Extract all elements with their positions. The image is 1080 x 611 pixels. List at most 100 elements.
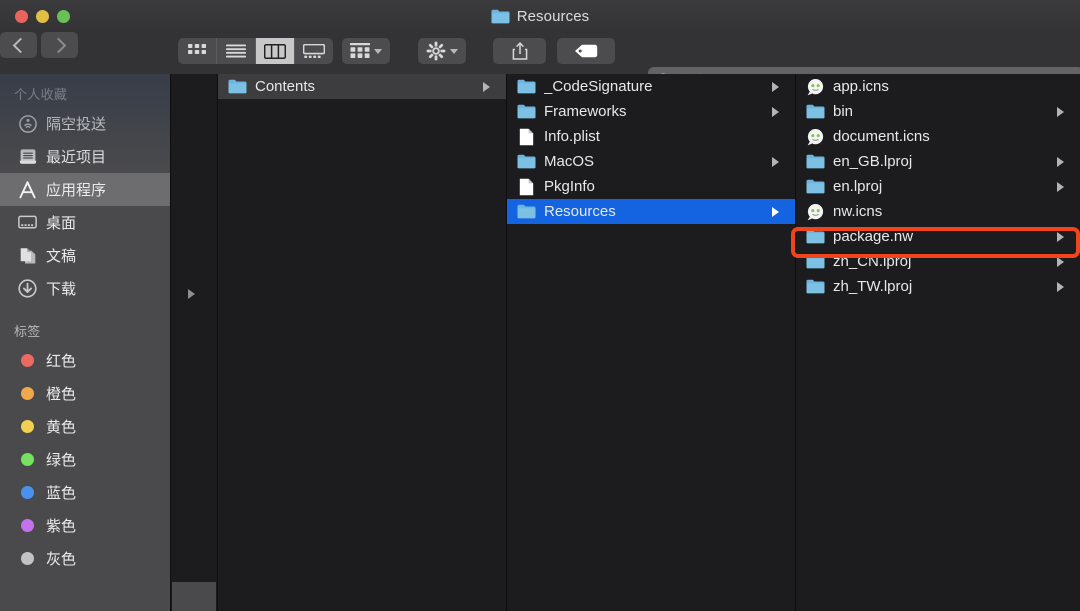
list-item[interactable]: bin bbox=[796, 99, 1080, 124]
folder-icon bbox=[806, 254, 825, 269]
disclosure-arrow-icon bbox=[1057, 156, 1071, 167]
tags-button[interactable] bbox=[557, 38, 615, 64]
disclosure-arrow-icon bbox=[1057, 181, 1071, 192]
action-menu-button[interactable] bbox=[418, 38, 466, 64]
group-by-button[interactable] bbox=[342, 38, 390, 64]
folder-icon bbox=[491, 9, 510, 23]
horizontal-scrollbar[interactable] bbox=[172, 582, 216, 611]
document-icon bbox=[519, 178, 534, 195]
list-icon bbox=[226, 44, 246, 58]
list-item-label: MacOS bbox=[544, 153, 595, 170]
gallery-view-button[interactable] bbox=[295, 38, 333, 64]
sidebar-item-label: 文稿 bbox=[46, 248, 77, 265]
tag-dot-icon bbox=[18, 483, 37, 502]
disclosure-arrow-icon bbox=[483, 81, 497, 92]
sidebar-item-label: 最近项目 bbox=[46, 149, 107, 166]
list-item-label: app.icns bbox=[833, 78, 889, 95]
list-item-label: bin bbox=[833, 103, 854, 120]
sidebar-item-tag-red[interactable]: 红色 bbox=[0, 344, 170, 377]
list-item[interactable]: zh_CN.lproj bbox=[796, 249, 1080, 274]
sidebar-item-downloads[interactable]: 下载 bbox=[0, 272, 170, 305]
downloads-icon bbox=[18, 279, 37, 298]
sidebar-item-desktop[interactable]: 桌面 bbox=[0, 206, 170, 239]
list-item[interactable]: PkgInfo bbox=[507, 174, 795, 199]
zoom-button[interactable] bbox=[57, 10, 70, 23]
title-bar: Resources bbox=[0, 0, 1080, 32]
list-view-button[interactable] bbox=[217, 38, 256, 64]
disclosure-arrow-icon bbox=[1057, 231, 1071, 242]
share-button[interactable] bbox=[493, 38, 546, 64]
tag-dot-icon bbox=[18, 450, 37, 469]
tag-dot-icon bbox=[18, 384, 37, 403]
folder-icon bbox=[806, 179, 825, 194]
sidebar-item-tag-purple[interactable]: 紫色 bbox=[0, 509, 170, 542]
list-item[interactable]: nw.icns bbox=[796, 199, 1080, 224]
tag-dot-icon bbox=[18, 549, 37, 568]
sidebar-item-tag-blue[interactable]: 蓝色 bbox=[0, 476, 170, 509]
tag-dot-icon bbox=[18, 516, 37, 535]
tag-dot-icon bbox=[18, 351, 37, 370]
list-item[interactable]: Frameworks bbox=[507, 99, 795, 124]
airdrop-icon bbox=[18, 114, 37, 133]
sidebar-item-tag-green[interactable]: 绿色 bbox=[0, 443, 170, 476]
folder-icon bbox=[806, 229, 825, 244]
list-item[interactable]: Info.plist bbox=[507, 124, 795, 149]
sidebar-item-tag-yellow[interactable]: 黄色 bbox=[0, 410, 170, 443]
columns-icon bbox=[264, 43, 286, 59]
icon-view-button[interactable] bbox=[178, 38, 217, 64]
folder-icon bbox=[228, 79, 247, 94]
documents-icon bbox=[18, 246, 37, 265]
window-title-area: Resources bbox=[0, 0, 1080, 32]
sidebar-item-applications[interactable]: 应用程序 bbox=[0, 173, 170, 206]
sidebar-item-label: 橙色 bbox=[46, 386, 77, 403]
sidebar-item-documents[interactable]: 文稿 bbox=[0, 239, 170, 272]
recents-icon bbox=[18, 147, 37, 166]
list-item[interactable]: Resources bbox=[507, 199, 795, 224]
list-item[interactable]: zh_TW.lproj bbox=[796, 274, 1080, 299]
list-item[interactable]: MacOS bbox=[507, 149, 795, 174]
applications-icon bbox=[18, 180, 37, 199]
gallery-icon bbox=[303, 43, 325, 58]
column-contents: _CodeSignature Frameworks Info.plist Mac… bbox=[506, 74, 795, 611]
sidebar-item-label: 下载 bbox=[46, 281, 77, 298]
gear-icon bbox=[426, 41, 446, 61]
forward-button[interactable] bbox=[41, 32, 78, 58]
sidebar-item-label: 灰色 bbox=[46, 551, 77, 568]
icns-icon bbox=[807, 78, 824, 95]
folder-icon bbox=[517, 104, 536, 119]
sidebar-item-label: 红色 bbox=[46, 353, 77, 370]
minimize-button[interactable] bbox=[36, 10, 49, 23]
sidebar-item-tag-orange[interactable]: 橙色 bbox=[0, 377, 170, 410]
sidebar-item-tag-gray[interactable]: 灰色 bbox=[0, 542, 170, 575]
list-item-label: _CodeSignature bbox=[544, 78, 653, 95]
close-button[interactable] bbox=[15, 10, 28, 23]
folder-icon bbox=[806, 279, 825, 294]
folder-icon bbox=[517, 204, 536, 219]
folder-icon bbox=[806, 154, 825, 169]
list-item[interactable]: document.icns bbox=[796, 124, 1080, 149]
list-item-label: Resources bbox=[544, 203, 616, 220]
list-item[interactable]: _CodeSignature bbox=[507, 74, 795, 99]
chevron-right-icon bbox=[50, 37, 66, 53]
back-button[interactable] bbox=[0, 32, 37, 58]
list-item[interactable]: en.lproj bbox=[796, 174, 1080, 199]
list-item[interactable]: en_GB.lproj bbox=[796, 149, 1080, 174]
chevron-down-icon bbox=[374, 48, 382, 54]
window-title: Resources bbox=[516, 7, 590, 25]
list-item[interactable]: app.icns bbox=[796, 74, 1080, 99]
sidebar-item-recents[interactable]: 最近项目 bbox=[0, 140, 170, 173]
column-ancestor[interactable] bbox=[170, 74, 217, 611]
list-item-package-nw[interactable]: package.nw bbox=[796, 224, 1080, 249]
view-mode-group bbox=[178, 38, 333, 64]
desktop-icon bbox=[18, 213, 37, 232]
sidebar-item-label: 蓝色 bbox=[46, 485, 77, 502]
column-app-bundle: Contents bbox=[217, 74, 506, 611]
column-view-button[interactable] bbox=[256, 38, 295, 64]
column-resources: app.icns bin document.icns en_GB.lproj e… bbox=[795, 74, 1080, 611]
sidebar-item-airdrop[interactable]: 隔空投送 bbox=[0, 107, 170, 140]
toolbar: 搜索 bbox=[0, 32, 1080, 94]
list-item-label: package.nw bbox=[833, 228, 914, 245]
list-item[interactable]: Contents bbox=[218, 74, 506, 99]
grid-icon bbox=[188, 44, 206, 54]
sidebar-item-label: 黄色 bbox=[46, 419, 77, 436]
